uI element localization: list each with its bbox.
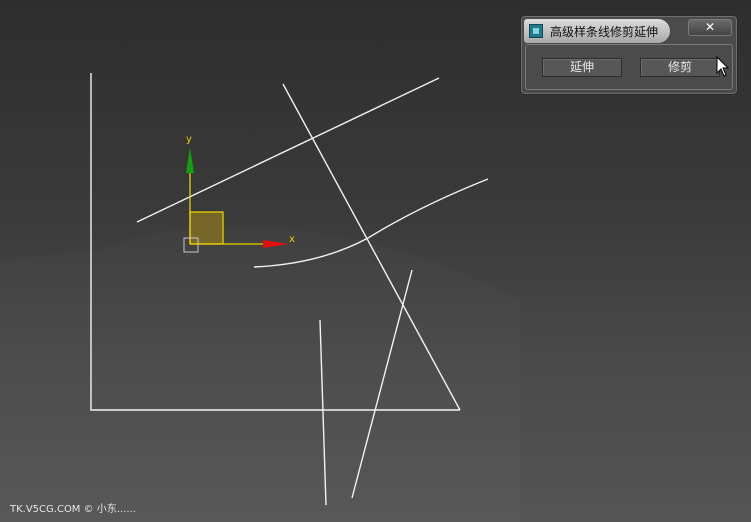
app-icon	[529, 24, 543, 38]
gizmo-x-label: x	[289, 234, 295, 245]
dialog-titlebar[interactable]: 高级样条线修剪延伸	[524, 19, 670, 43]
watermark: TK.V5CG.COM © 小东......	[10, 504, 136, 515]
trim-extend-dialog[interactable]: 高级样条线修剪延伸 ✕ 延伸 修剪	[521, 16, 737, 94]
dialog-title: 高级样条线修剪延伸	[550, 25, 659, 39]
extend-button[interactable]: 延伸	[542, 58, 622, 77]
gizmo-xy-plane[interactable]	[189, 211, 224, 245]
mouse-cursor-icon	[716, 56, 730, 77]
spline-upper-line[interactable]	[136, 77, 440, 223]
gizmo-y-arrow[interactable]	[186, 147, 194, 173]
close-button[interactable]: ✕	[688, 19, 732, 36]
gizmo-y-label: y	[186, 134, 192, 145]
dialog-body: 延伸 修剪	[525, 44, 733, 90]
ground-shading	[0, 225, 520, 522]
viewport[interactable]: y x 高级样条线修剪延伸 ✕ 延伸 修剪 TK.V5CG.COM © 小东..…	[0, 0, 751, 522]
trim-button[interactable]: 修剪	[640, 58, 720, 77]
